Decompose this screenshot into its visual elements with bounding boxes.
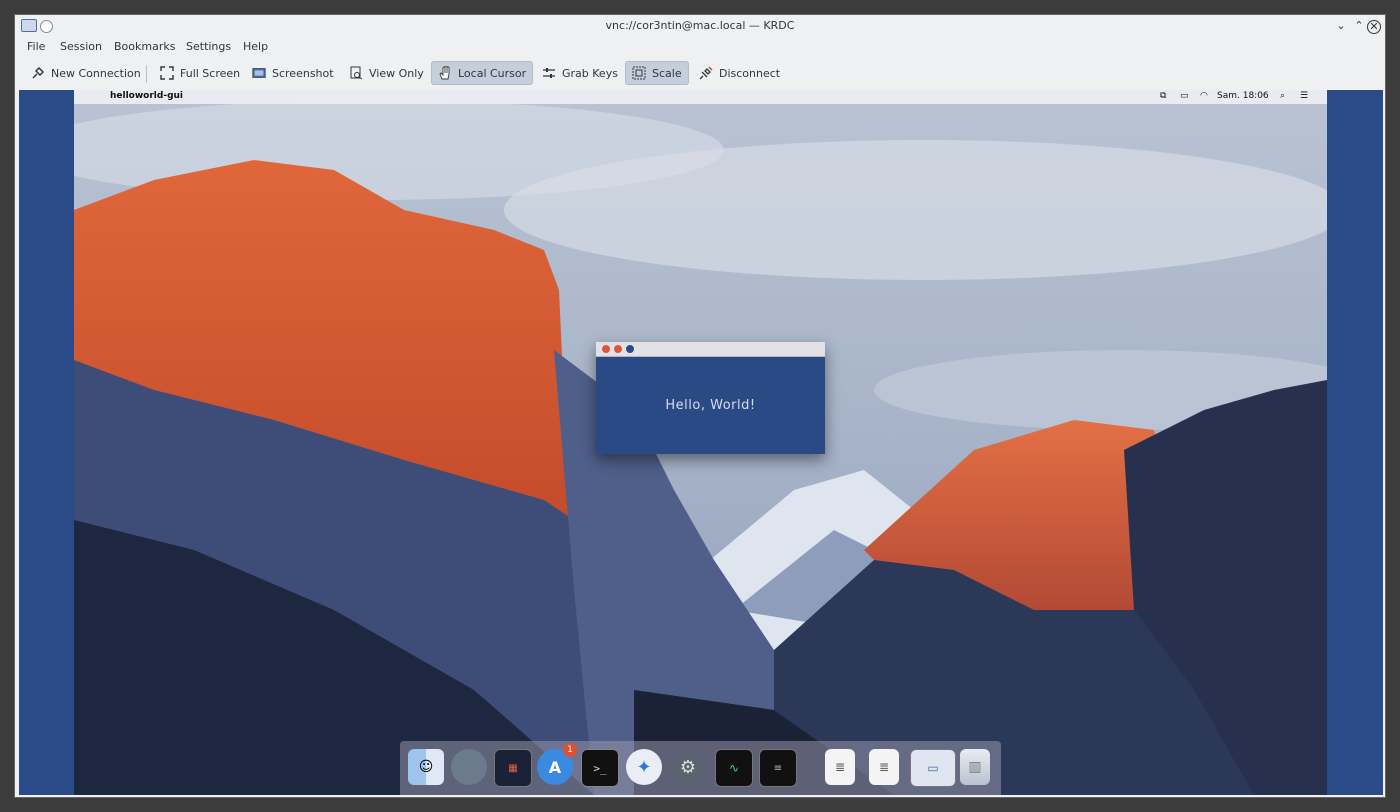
plug-icon bbox=[31, 66, 45, 80]
local-cursor-label: Local Cursor bbox=[458, 66, 527, 80]
close-dot-icon[interactable] bbox=[602, 345, 610, 353]
hand-cursor-icon bbox=[438, 66, 452, 80]
screenshot-button[interactable]: Screenshot bbox=[246, 61, 340, 85]
toolbar-separator bbox=[146, 65, 147, 83]
grab-keys-label: Grab Keys bbox=[562, 66, 618, 80]
grab-keys-icon bbox=[542, 66, 556, 80]
wifi-icon[interactable]: ◠ bbox=[1200, 91, 1208, 101]
new-connection-label: New Connection bbox=[51, 66, 141, 80]
dock: ☺ ▦ A 1 >_ ✦ ⚙ ∿ ≡ ≣ ≣ ▭ ▥ bbox=[400, 741, 1001, 795]
launchpad-icon[interactable] bbox=[451, 749, 487, 785]
menu-file[interactable]: File bbox=[27, 40, 45, 53]
terminal-icon[interactable]: >_ bbox=[581, 749, 619, 787]
system-preferences-icon[interactable]: ⚙ bbox=[670, 749, 706, 785]
scale-label: Scale bbox=[652, 66, 682, 80]
title-bar: vnc://cor3ntin@mac.local — KRDC ⌄ ⌃ ✕ bbox=[15, 15, 1385, 37]
view-only-label: View Only bbox=[369, 66, 424, 80]
menu-bar: File Session Bookmarks Settings Help bbox=[15, 37, 1385, 59]
menu-bar-clock[interactable]: Sam. 18:06 bbox=[1217, 91, 1269, 101]
macos-desktop[interactable]: helloworld-gui ⧉ ▭ ◠ Sam. 18:06 ⌕ ☰ Hell… bbox=[74, 90, 1327, 795]
app-store-icon[interactable]: A 1 bbox=[537, 743, 577, 785]
app-store-badge: 1 bbox=[563, 743, 577, 757]
disconnect-button[interactable]: Disconnect bbox=[693, 61, 786, 85]
new-connection-button[interactable]: New Connection bbox=[25, 61, 147, 85]
close-icon[interactable]: ✕ bbox=[1367, 20, 1381, 34]
fullscreen-icon bbox=[160, 66, 174, 80]
minimize-icon[interactable]: ⌄ bbox=[1333, 18, 1349, 34]
document-icon[interactable]: ≣ bbox=[825, 749, 855, 785]
minimize-dot-icon[interactable] bbox=[614, 345, 622, 353]
document-icon[interactable]: ≣ bbox=[869, 749, 899, 785]
hello-world-window[interactable]: Hello, World! bbox=[596, 342, 825, 454]
finder-icon[interactable]: ☺ bbox=[408, 749, 444, 785]
view-only-button[interactable]: View Only bbox=[343, 61, 430, 85]
full-screen-label: Full Screen bbox=[180, 66, 241, 80]
scale-button[interactable]: Scale bbox=[625, 61, 689, 85]
notification-center-icon[interactable]: ☰ bbox=[1300, 91, 1308, 101]
menu-help[interactable]: Help bbox=[243, 40, 268, 53]
menu-session[interactable]: Session bbox=[60, 40, 102, 53]
airplay-icon[interactable]: ▭ bbox=[1180, 91, 1189, 101]
screenshot-label: Screenshot bbox=[272, 66, 334, 80]
scale-icon bbox=[632, 66, 646, 80]
preview-icon[interactable]: ▭ bbox=[910, 749, 956, 787]
local-cursor-button[interactable]: Local Cursor bbox=[431, 61, 534, 85]
disconnect-icon bbox=[699, 66, 713, 80]
view-only-icon bbox=[349, 66, 363, 80]
menu-settings[interactable]: Settings bbox=[186, 40, 231, 53]
spotlight-icon[interactable]: ⌕ bbox=[1280, 91, 1285, 101]
hello-window-titlebar[interactable] bbox=[596, 342, 825, 357]
remote-desktop-view[interactable]: helloworld-gui ⧉ ▭ ◠ Sam. 18:06 ⌕ ☰ Hell… bbox=[19, 90, 1383, 795]
menu-bookmarks[interactable]: Bookmarks bbox=[114, 40, 175, 53]
safari-icon[interactable]: ✦ bbox=[626, 749, 662, 785]
trash-icon[interactable]: ▥ bbox=[960, 749, 990, 785]
macos-menu-bar: helloworld-gui ⧉ ▭ ◠ Sam. 18:06 ⌕ ☰ bbox=[74, 90, 1327, 104]
activity-monitor-icon[interactable]: ∿ bbox=[715, 749, 753, 787]
photo-viewer-icon[interactable]: ▦ bbox=[494, 749, 532, 787]
grab-keys-button[interactable]: Grab Keys bbox=[536, 61, 624, 85]
maximize-dot-icon[interactable] bbox=[626, 345, 634, 353]
screenshot-icon bbox=[252, 66, 266, 80]
mirroring-icon[interactable]: ⧉ bbox=[1160, 91, 1166, 101]
krdc-window: vnc://cor3ntin@mac.local — KRDC ⌄ ⌃ ✕ Fi… bbox=[14, 14, 1386, 798]
console-icon[interactable]: ≡ bbox=[759, 749, 797, 787]
hello-world-text: Hello, World! bbox=[665, 398, 756, 413]
remote-app-name[interactable]: helloworld-gui bbox=[110, 91, 183, 101]
window-title: vnc://cor3ntin@mac.local — KRDC bbox=[605, 19, 795, 32]
disconnect-label: Disconnect bbox=[719, 66, 781, 80]
toolbar: New Connection Full Screen Screenshot Vi… bbox=[15, 59, 1385, 89]
full-screen-button[interactable]: Full Screen bbox=[154, 61, 246, 85]
maximize-icon[interactable]: ⌃ bbox=[1351, 18, 1367, 34]
